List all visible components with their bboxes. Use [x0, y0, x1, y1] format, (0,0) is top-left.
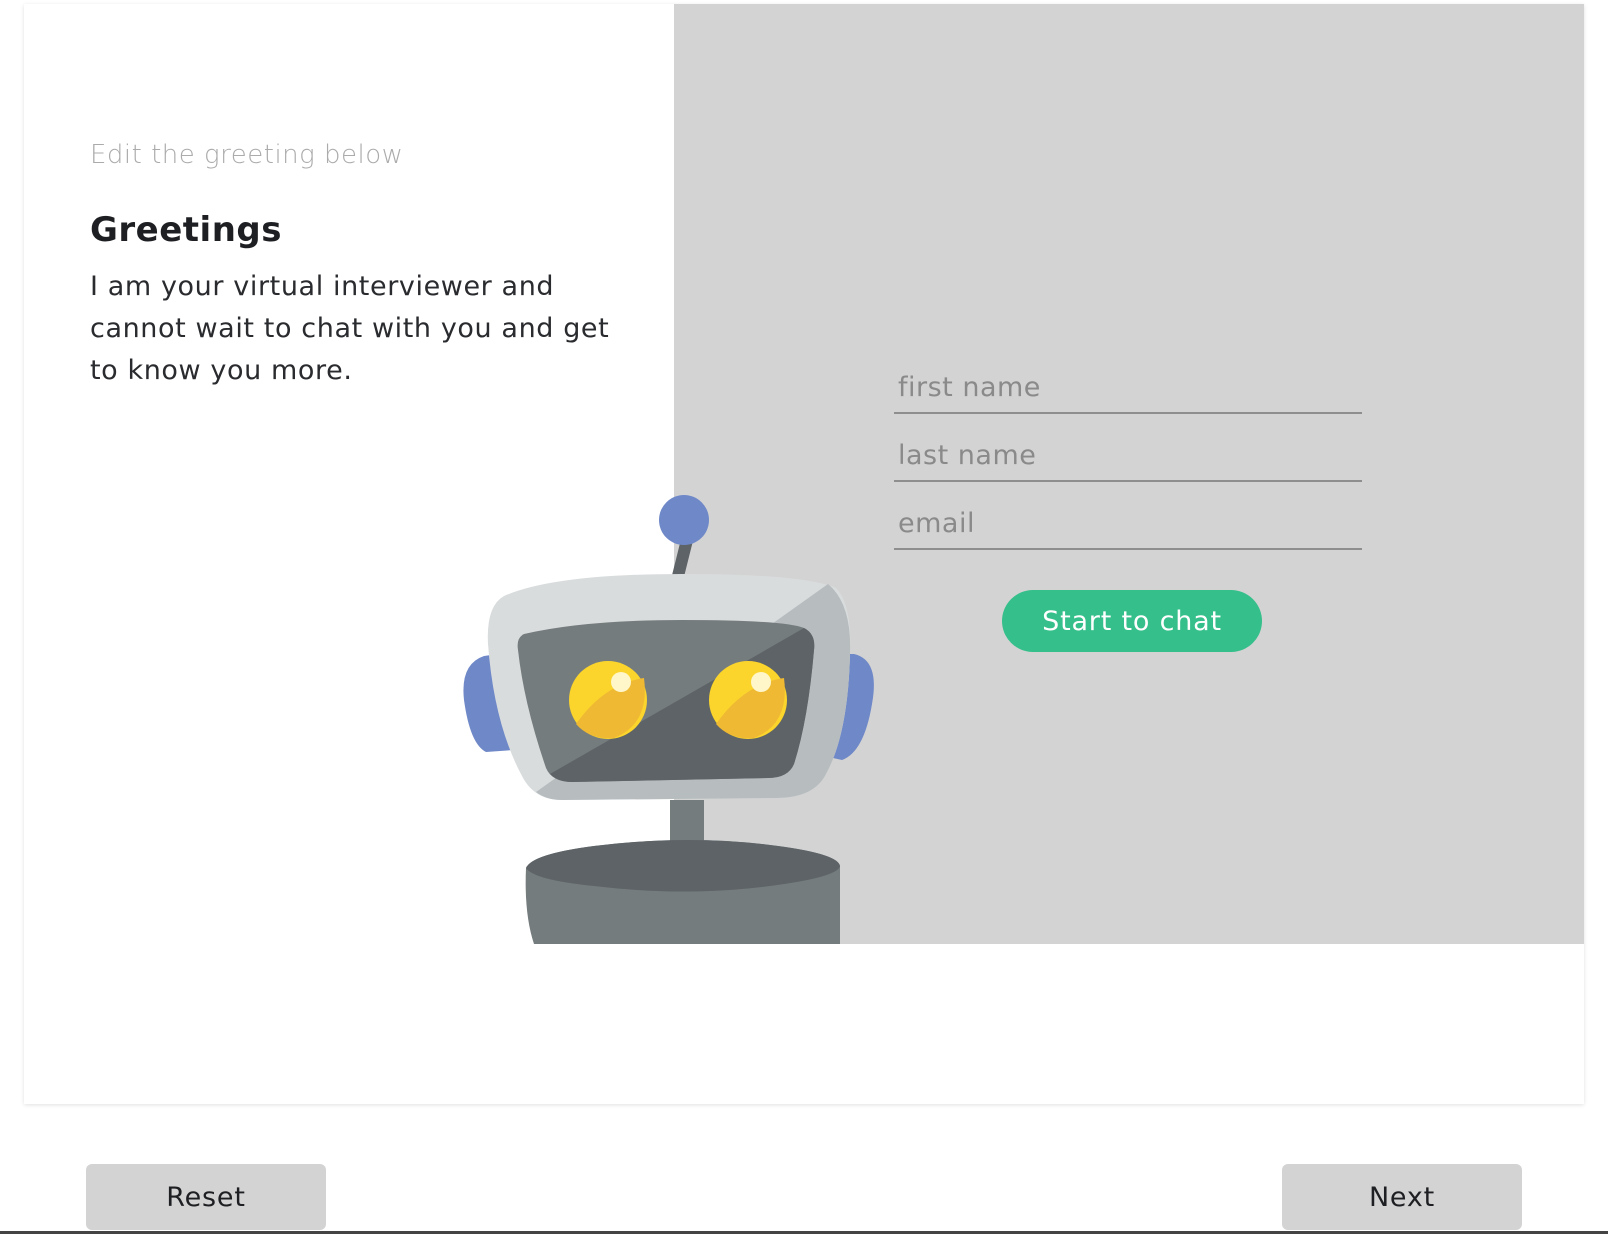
- page: Edit the greeting below Greetings I am y…: [0, 0, 1608, 1234]
- email-field[interactable]: [894, 498, 1362, 550]
- first-name-field[interactable]: [894, 362, 1362, 414]
- last-name-field[interactable]: [894, 430, 1362, 482]
- greeting-title[interactable]: Greetings: [90, 210, 282, 250]
- greeting-card: Edit the greeting below Greetings I am y…: [24, 4, 1584, 1104]
- robot-mascot-icon: [463, 495, 874, 944]
- reset-button[interactable]: Reset: [86, 1164, 326, 1230]
- edit-hint: Edit the greeting below: [90, 140, 404, 170]
- start-to-chat-button[interactable]: Start to chat: [1002, 590, 1262, 652]
- next-button[interactable]: Next: [1282, 1164, 1522, 1230]
- greeting-message[interactable]: I am your virtual interviewer and cannot…: [90, 266, 620, 392]
